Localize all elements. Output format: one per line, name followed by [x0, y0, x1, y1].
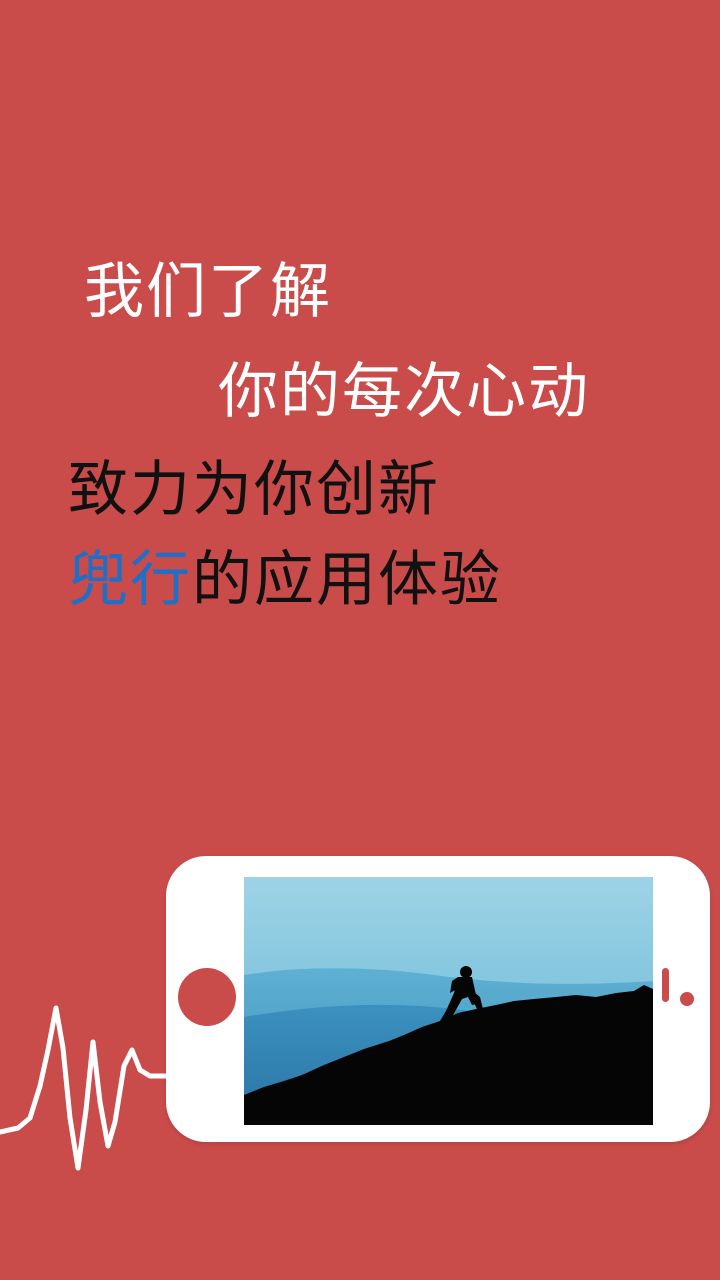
splash-screen: 我们了解 你的每次心动 致力为你创新 兜行的应用体验	[0, 0, 720, 1280]
phone-home-button	[178, 968, 236, 1026]
headline-line-2: 你的每次心动	[218, 357, 590, 427]
heartbeat-line-icon	[0, 1005, 171, 1171]
phone-screen-image	[244, 877, 653, 1125]
headline-line-3: 致力为你创新	[68, 455, 440, 525]
phone-illustration	[166, 856, 710, 1142]
headline-line-4-rest: 的应用体验	[192, 545, 502, 615]
headline-line-1: 我们了解	[84, 257, 332, 327]
mountain-climber-image	[244, 877, 653, 1125]
brand-name: 兜行	[68, 545, 192, 615]
phone-speaker-slot	[662, 968, 669, 1002]
headline-line-4: 兜行的应用体验	[68, 550, 502, 610]
phone-camera-dot	[680, 992, 694, 1006]
